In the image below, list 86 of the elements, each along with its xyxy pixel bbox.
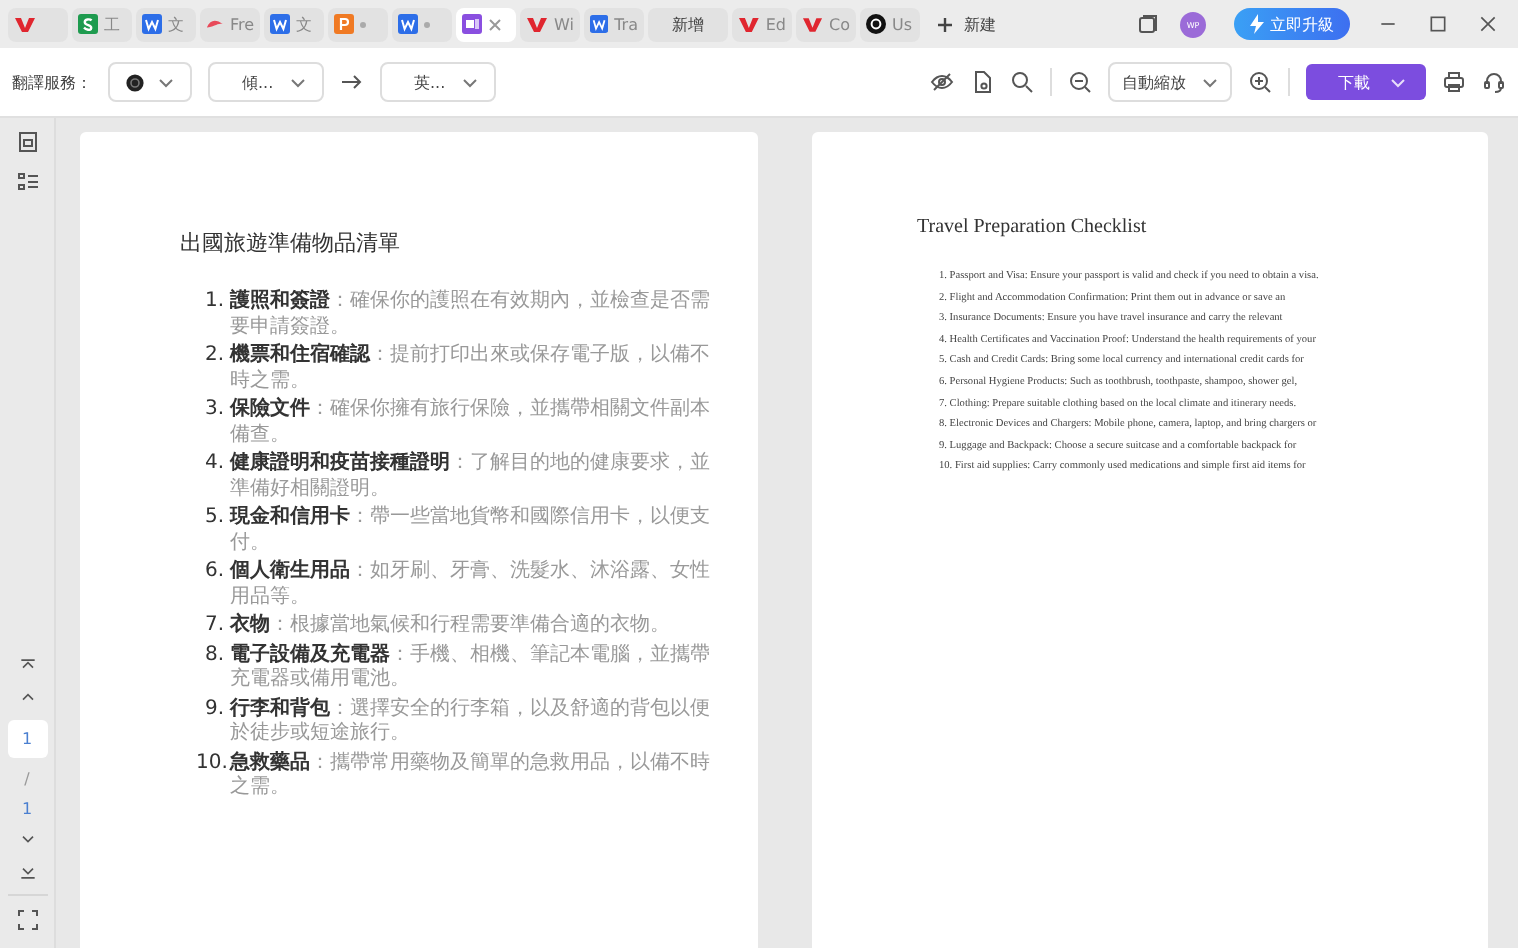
tab[interactable]: Us xyxy=(860,7,920,41)
translate-label: 翻譯服務： xyxy=(12,71,92,93)
document-icon xyxy=(142,14,162,34)
arrow-right-icon[interactable] xyxy=(340,70,364,94)
tab[interactable]: Fre xyxy=(200,7,260,41)
tab[interactable] xyxy=(328,7,388,41)
page-separator: / xyxy=(24,770,30,788)
chevron-icon xyxy=(1390,77,1406,87)
list-number: 3. xyxy=(202,398,224,424)
download-button[interactable]: 下載 xyxy=(1306,64,1426,100)
document-icon xyxy=(270,14,290,34)
last-page-icon[interactable] xyxy=(17,862,37,882)
print-icon[interactable] xyxy=(1442,70,1466,94)
zoom-out-icon[interactable] xyxy=(1068,70,1092,94)
target-language-dropdown[interactable]: 英... xyxy=(380,62,496,102)
eye-slash-icon[interactable] xyxy=(930,70,954,94)
chevron-icon xyxy=(290,77,306,87)
tab[interactable]: 文 xyxy=(136,7,196,41)
tab[interactable]: Ed xyxy=(732,7,792,41)
dot-icon xyxy=(424,21,430,27)
page-title: Travel Preparation Checklist xyxy=(917,216,1149,238)
zoom-dropdown[interactable]: 自動縮放 xyxy=(1108,62,1232,102)
list-number: 7. xyxy=(202,614,224,639)
close-icon[interactable] xyxy=(488,17,502,31)
list-number: 5. xyxy=(202,506,224,532)
list-item: 急救藥品：攜帶常用藥物及簡單的急救用品，以備不時之需。 xyxy=(230,751,712,801)
tab[interactable]: Tra xyxy=(584,7,644,41)
notes-icon xyxy=(462,14,482,34)
list-item: 護照和簽證：確保你的護照在有效期內，並檢查是否需要申請簽證。 xyxy=(230,290,712,340)
source-language-dropdown[interactable]: 傾... xyxy=(208,62,324,102)
presentation-icon xyxy=(334,14,354,34)
list-number: 2. xyxy=(202,344,224,370)
lightning-icon xyxy=(1250,14,1264,34)
new-tab-button[interactable]: 新建 xyxy=(936,13,996,35)
window-icon[interactable] xyxy=(1136,12,1160,36)
tab[interactable]: Co xyxy=(796,7,856,41)
tab[interactable] xyxy=(8,7,68,41)
page-number-field[interactable]: 1 xyxy=(7,720,47,758)
tab[interactable]: 文 xyxy=(264,7,324,41)
fullscreen-icon[interactable] xyxy=(15,908,39,932)
logo-icon xyxy=(866,14,886,34)
list-item: 現金和信用卡：帶一些當地貨幣和國際信用卡，以便支付。 xyxy=(230,506,712,556)
chevron-icon xyxy=(158,77,174,87)
tab[interactable] xyxy=(456,7,516,41)
list-number: 8. xyxy=(202,643,224,669)
pdf-icon xyxy=(206,15,224,33)
list-number: 9. xyxy=(202,697,224,723)
upgrade-button[interactable]: 立即升級 xyxy=(1234,8,1350,40)
list-item: 衣物：根據當地氣候和行程需要準備合適的衣物。 xyxy=(230,614,670,639)
tab[interactable]: Wi xyxy=(520,7,580,41)
file-icon[interactable] xyxy=(970,70,994,94)
logo-icon xyxy=(526,15,548,33)
list-item: 電子設備及充電器：手機、相機、筆記本電腦，並攜帶充電器或備用電池。 xyxy=(230,643,712,693)
list-number: 6. xyxy=(202,560,224,586)
close-icon[interactable] xyxy=(1478,14,1498,34)
tab[interactable]: 工 xyxy=(72,7,132,41)
chevron-icon xyxy=(462,77,478,87)
plus-icon xyxy=(936,15,954,33)
list-item: 機票和住宿確認：提前打印出來或保存電子版，以備不時之需。 xyxy=(230,344,712,394)
list-number: 10. xyxy=(196,751,224,777)
logo-icon xyxy=(802,15,824,33)
thumbnail-icon[interactable] xyxy=(15,130,39,154)
engine-logo-icon xyxy=(126,73,144,91)
spreadsheet-icon xyxy=(78,14,98,34)
logo-icon xyxy=(738,15,760,33)
document-icon xyxy=(398,14,418,34)
headset-icon[interactable] xyxy=(1482,70,1506,94)
chevron-icon xyxy=(1202,77,1218,87)
tab[interactable]: 新增 xyxy=(648,7,728,41)
list-number: 1. xyxy=(202,290,224,316)
list-item: 行李和背包：選擇安全的行李箱，以及舒適的背包以便於徒步或短途旅行。 xyxy=(230,697,712,747)
zoom-in-icon[interactable] xyxy=(1248,70,1272,94)
page-title: 出國旅遊準備物品清單 xyxy=(180,228,402,258)
list-item: 個人衛生用品：如牙刷、牙膏、洗髮水、沐浴露、女性用品等。 xyxy=(230,560,712,610)
page-count: 1 xyxy=(21,800,33,818)
search-icon[interactable] xyxy=(1010,70,1034,94)
tab[interactable] xyxy=(392,7,452,41)
maximize-icon[interactable] xyxy=(1428,14,1448,34)
document-icon xyxy=(590,14,609,34)
logo-icon xyxy=(14,15,36,33)
dot-icon xyxy=(360,21,366,27)
list-number: 4. xyxy=(202,452,224,478)
engine-dropdown[interactable] xyxy=(108,62,192,102)
list-item: 保險文件：確保你擁有旅行保險，並攜帶相關文件副本備查。 xyxy=(230,398,712,448)
outline-icon[interactable] xyxy=(15,170,39,194)
list-item: 健康證明和疫苗接種證明：了解目的地的健康要求，並準備好相關證明。 xyxy=(230,452,712,502)
